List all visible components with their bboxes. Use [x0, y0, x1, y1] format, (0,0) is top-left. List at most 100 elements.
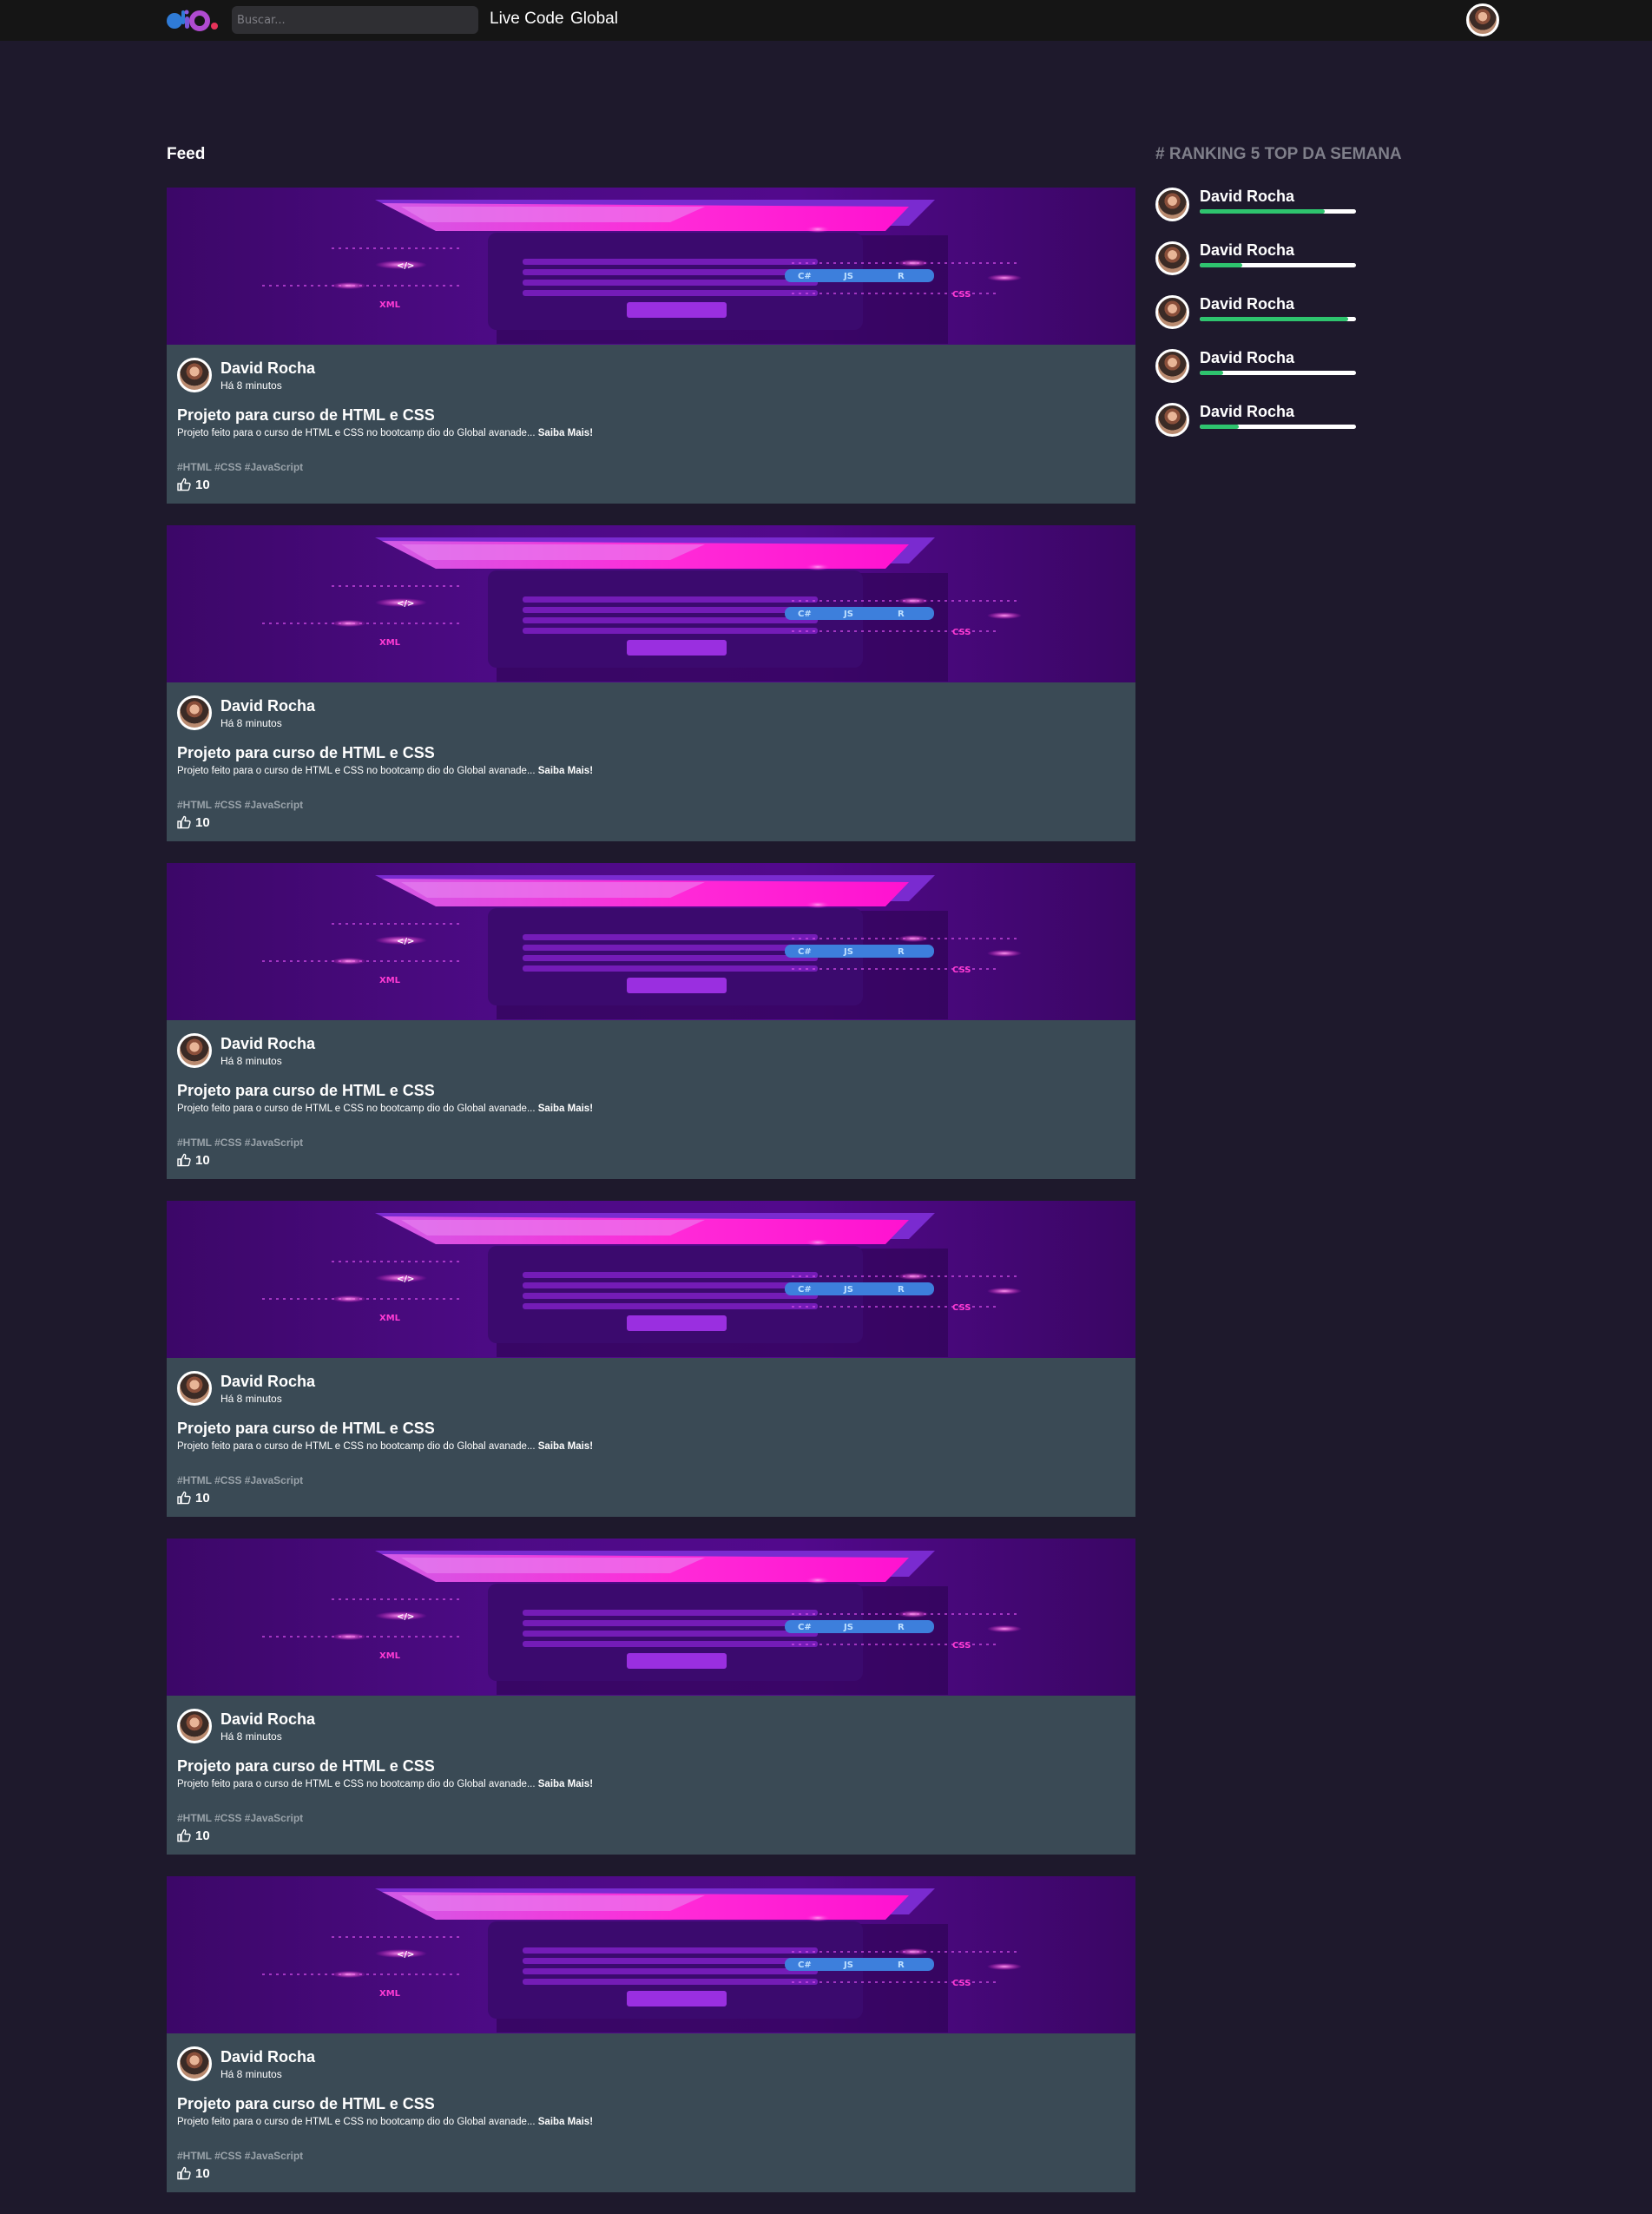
ranking-item[interactable]: David Rocha [1155, 295, 1381, 330]
post-author-name[interactable]: David Rocha [220, 697, 315, 715]
post-author-avatar[interactable] [177, 358, 212, 392]
post-tags[interactable]: #HTML #CSS #JavaScript [177, 1474, 303, 1486]
post-author-avatar[interactable] [177, 2046, 212, 2081]
post-author-avatar[interactable] [177, 1709, 212, 1743]
ranking-name[interactable]: David Rocha [1200, 403, 1294, 421]
ranking-name[interactable]: David Rocha [1200, 188, 1294, 206]
post-description-text: Projeto feito para o curso de HTML e CSS… [177, 2117, 536, 2127]
ranking-name[interactable]: David Rocha [1200, 349, 1294, 367]
post-banner-image[interactable]: </> XML CSS C# JS R [167, 1876, 1135, 2033]
post-author-name[interactable]: David Rocha [220, 2048, 315, 2066]
post-tags[interactable]: #HTML #CSS #JavaScript [177, 461, 303, 473]
post-tags[interactable]: #HTML #CSS #JavaScript [177, 2150, 303, 2162]
ranking-item[interactable]: David Rocha [1155, 188, 1381, 222]
like-button[interactable]: 10 [177, 1152, 210, 1168]
read-more-link[interactable]: Saiba Mais! [538, 428, 593, 438]
post-author-avatar[interactable] [177, 1371, 212, 1406]
nav-global[interactable]: Global [570, 10, 618, 29]
read-more-link[interactable]: Saiba Mais! [538, 2117, 593, 2127]
ranking-progress-bar [1200, 371, 1356, 375]
banner-chip-js: JS [843, 947, 853, 957]
post-card: </> XML CSS C# JS R David Rocha Há 8 min… [167, 1539, 1135, 1855]
ranking-avatar[interactable] [1155, 241, 1189, 275]
post-banner-image[interactable]: </> XML CSS C# JS R [167, 1539, 1135, 1696]
like-count: 10 [195, 477, 210, 492]
post-description: Projeto feito para o curso de HTML e CSS… [177, 766, 593, 776]
banner-css-label: CSS [952, 628, 971, 637]
top-navbar: Live Code Global [0, 0, 1652, 41]
post-title[interactable]: Projeto para curso de HTML e CSS [177, 406, 435, 425]
like-count: 10 [195, 2165, 210, 2181]
ranking-avatar[interactable] [1155, 295, 1189, 329]
banner-chip-csharp: C# [798, 1960, 812, 1970]
thumbs-up-icon [177, 2166, 191, 2180]
read-more-link[interactable]: Saiba Mais! [538, 766, 593, 776]
post-tags[interactable]: #HTML #CSS #JavaScript [177, 799, 303, 811]
read-more-link[interactable]: Saiba Mais! [538, 1441, 593, 1452]
post-banner-image[interactable]: </> XML CSS C# JS R [167, 188, 1135, 345]
ranking-progress-bar [1200, 317, 1356, 321]
post-title[interactable]: Projeto para curso de HTML e CSS [177, 744, 435, 762]
ranking-name[interactable]: David Rocha [1200, 241, 1294, 260]
feed-title: Feed [167, 145, 206, 163]
post-author-avatar[interactable] [177, 1033, 212, 1068]
post-tags[interactable]: #HTML #CSS #JavaScript [177, 1812, 303, 1824]
ranking-name[interactable]: David Rocha [1200, 295, 1294, 313]
user-avatar[interactable] [1466, 3, 1499, 36]
ranking-avatar[interactable] [1155, 349, 1189, 383]
post-time: Há 8 minutos [220, 1730, 282, 1743]
post-title[interactable]: Projeto para curso de HTML e CSS [177, 2095, 435, 2113]
banner-xml-label: XML [379, 976, 401, 985]
like-button[interactable]: 10 [177, 477, 210, 492]
post-description-text: Projeto feito para o curso de HTML e CSS… [177, 428, 536, 438]
like-button[interactable]: 10 [177, 814, 210, 830]
ranking-progress-fill [1200, 263, 1242, 267]
search-input[interactable] [232, 6, 478, 34]
post-author-avatar[interactable] [177, 695, 212, 730]
banner-chip-r: R [898, 1285, 905, 1295]
post-card: </> XML CSS C# JS R David Rocha Há 8 min… [167, 1201, 1135, 1517]
post-body: David Rocha Há 8 minutos Projeto para cu… [167, 2033, 1135, 2192]
post-body: David Rocha Há 8 minutos Projeto para cu… [167, 1358, 1135, 1517]
post-card: </> XML CSS C# JS R David Rocha Há 8 min… [167, 188, 1135, 504]
ranking-item[interactable]: David Rocha [1155, 403, 1381, 438]
banner-code-label: </> [397, 1275, 414, 1284]
post-author-name[interactable]: David Rocha [220, 1035, 315, 1053]
read-more-link[interactable]: Saiba Mais! [538, 1104, 593, 1114]
like-button[interactable]: 10 [177, 2165, 210, 2181]
dio-logo[interactable] [165, 9, 222, 31]
like-count: 10 [195, 1828, 210, 1843]
post-author-name[interactable]: David Rocha [220, 1373, 315, 1391]
post-description: Projeto feito para o curso de HTML e CSS… [177, 1104, 593, 1114]
read-more-link[interactable]: Saiba Mais! [538, 1779, 593, 1789]
banner-xml-label: XML [379, 638, 401, 648]
post-body: David Rocha Há 8 minutos Projeto para cu… [167, 1020, 1135, 1179]
banner-chip-js: JS [843, 610, 853, 619]
ranking-item[interactable]: David Rocha [1155, 349, 1381, 384]
nav-live-code[interactable]: Live Code [490, 10, 564, 29]
post-banner-image[interactable]: </> XML CSS C# JS R [167, 525, 1135, 682]
thumbs-up-icon [177, 1491, 191, 1505]
post-title[interactable]: Projeto para curso de HTML e CSS [177, 1082, 435, 1100]
like-button[interactable]: 10 [177, 1490, 210, 1506]
ranking-avatar[interactable] [1155, 403, 1189, 437]
post-description-text: Projeto feito para o curso de HTML e CSS… [177, 1779, 536, 1789]
banner-chip-r: R [898, 272, 905, 281]
post-description-text: Projeto feito para o curso de HTML e CSS… [177, 766, 536, 776]
post-banner-image[interactable]: </> XML CSS C# JS R [167, 863, 1135, 1020]
banner-chip-js: JS [843, 272, 853, 281]
banner-css-label: CSS [952, 290, 971, 300]
post-title[interactable]: Projeto para curso de HTML e CSS [177, 1420, 435, 1438]
post-title[interactable]: Projeto para curso de HTML e CSS [177, 1757, 435, 1776]
ranking-item[interactable]: David Rocha [1155, 241, 1381, 276]
post-author-name[interactable]: David Rocha [220, 359, 315, 378]
ranking-progress-fill [1200, 317, 1348, 321]
banner-chip-r: R [898, 610, 905, 619]
ranking-avatar[interactable] [1155, 188, 1189, 221]
banner-code-label: </> [397, 1612, 414, 1622]
post-description-text: Projeto feito para o curso de HTML e CSS… [177, 1104, 536, 1114]
post-tags[interactable]: #HTML #CSS #JavaScript [177, 1137, 303, 1149]
like-button[interactable]: 10 [177, 1828, 210, 1843]
post-banner-image[interactable]: </> XML CSS C# JS R [167, 1201, 1135, 1358]
post-author-name[interactable]: David Rocha [220, 1710, 315, 1729]
